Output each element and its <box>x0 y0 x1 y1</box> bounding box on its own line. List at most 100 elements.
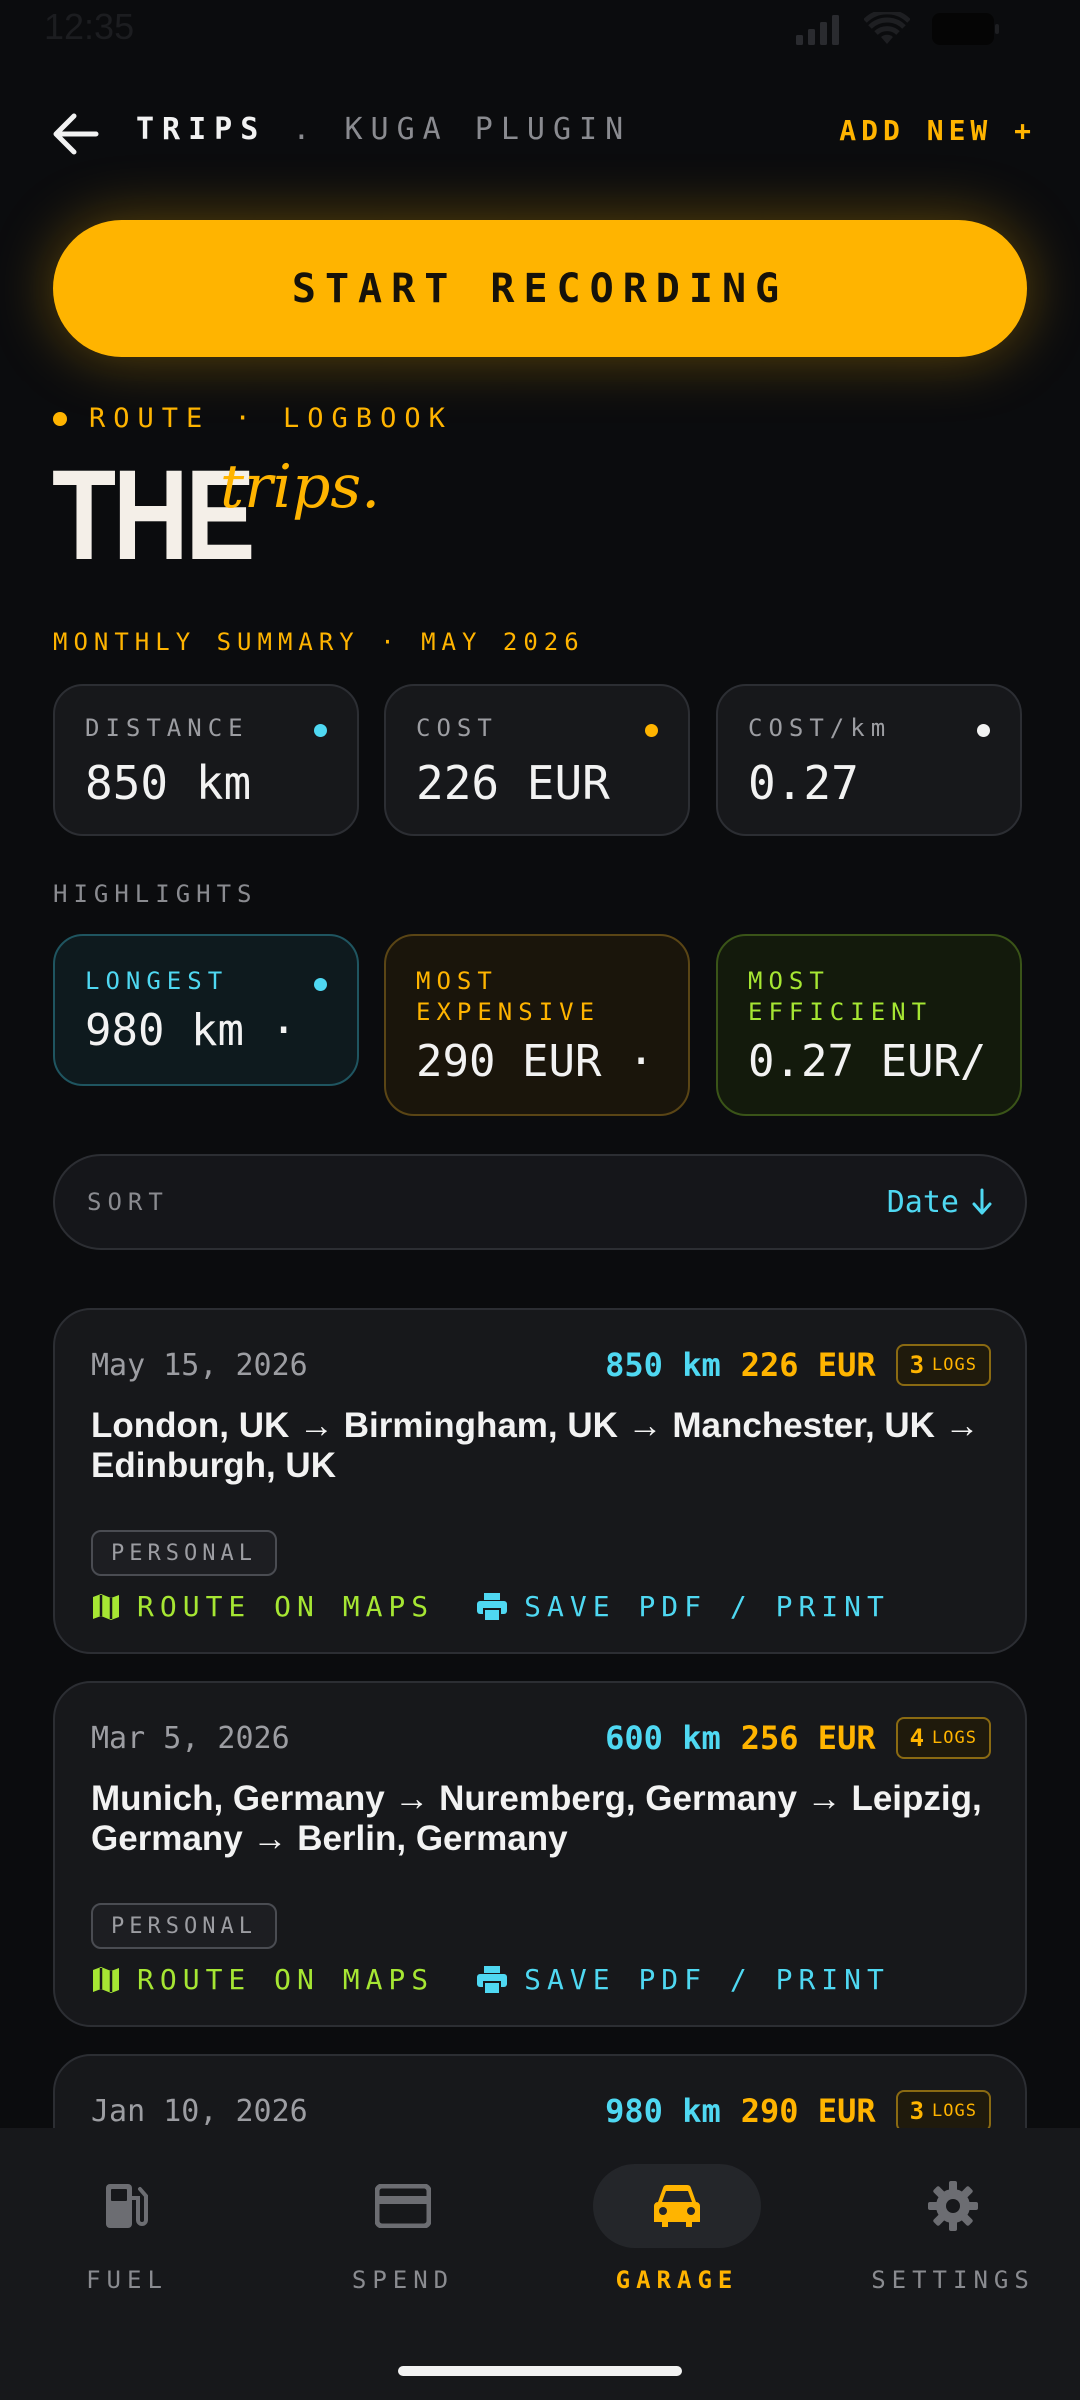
arrow-left-icon <box>53 113 99 155</box>
trip-tag: PERSONAL <box>91 1903 277 1949</box>
page-title-separator: . <box>292 112 319 147</box>
highlight-label: LONGEST <box>85 967 229 995</box>
route-on-maps-label: ROUTE ON MAPS <box>137 1590 435 1623</box>
trip-card[interactable]: Mar 5, 2026 600 km 256 EUR 4 LOGS Munich… <box>53 1681 1027 2027</box>
nav-item-settings[interactable]: SETTINGS <box>838 2164 1068 2294</box>
trip-logs-badge: 4 LOGS <box>895 1717 991 1759</box>
stat-card-cost: COST 226 EUR <box>384 684 690 836</box>
trip-route: Munich, Germany → Nuremberg, Germany → L… <box>91 1779 982 1858</box>
nav-item-spend[interactable]: SPEND <box>288 2164 518 2294</box>
highlight-label-line: MOST <box>416 967 498 995</box>
trip-actions: ROUTE ON MAPS SAVE PDF / PRINT <box>91 1590 890 1623</box>
arrow-down-icon <box>972 1188 992 1215</box>
status-icons <box>796 12 1000 46</box>
highlight-label: MOST EXPENSIVE <box>416 966 658 1028</box>
add-new-button[interactable]: ADD NEW + <box>839 114 1036 147</box>
highlight-label-line: EXPENSIVE <box>416 998 601 1026</box>
hero-script-title: trips. <box>220 452 381 522</box>
sort-label: SORT <box>87 1188 169 1216</box>
highlight-label-line: MOST <box>748 967 830 995</box>
trip-distance: 850 km <box>605 1346 721 1384</box>
battery-icon <box>932 13 999 45</box>
sort-value[interactable]: Date <box>887 1185 993 1220</box>
trip-date: May 15, 2026 <box>91 1348 308 1383</box>
trip-tag: PERSONAL <box>91 1530 277 1576</box>
trip-cost: 290 EUR <box>740 2092 876 2130</box>
map-icon <box>93 1966 119 1993</box>
trip-logs-badge: 3 LOGS <box>895 2090 991 2132</box>
stat-indicator-dot <box>645 724 658 737</box>
highlights-label: HIGHLIGHTS <box>53 880 258 908</box>
printer-icon <box>477 1965 508 1995</box>
trip-distance: 980 km <box>605 2092 721 2130</box>
back-button[interactable] <box>50 108 102 160</box>
trip-actions: ROUTE ON MAPS SAVE PDF / PRINT <box>91 1963 890 1996</box>
stat-card-cost-per-km: COST/km 0.27 <box>716 684 1022 836</box>
highlight-card-most-efficient[interactable]: MOST EFFICIENT 0.27 EUR/ <box>716 934 1022 1116</box>
stat-value: 0.27 <box>748 756 859 810</box>
eyebrow-dot <box>53 411 67 426</box>
page-title-subtitle: KUGA PLUGIN <box>344 112 632 147</box>
route-on-maps-button[interactable]: ROUTE ON MAPS <box>91 1590 434 1623</box>
trip-metrics: 980 km 290 EUR 3 LOGS <box>605 2090 991 2132</box>
stat-value: 226 EUR <box>416 756 610 810</box>
highlight-value: 290 EUR · <box>416 1036 655 1087</box>
highlight-value: 0.27 EUR/ <box>748 1036 987 1087</box>
highlight-label: MOST EFFICIENT <box>748 966 990 1028</box>
nav-icon-container <box>319 2164 487 2248</box>
nav-item-fuel[interactable]: FUEL <box>12 2164 242 2294</box>
trip-date: Jan 10, 2026 <box>91 2094 308 2129</box>
trip-logs-count: 3 <box>909 2097 925 2125</box>
trip-logs-count: 3 <box>909 1351 925 1379</box>
trip-metrics: 850 km 226 EUR 3 LOGS <box>605 1344 991 1386</box>
eyebrow-text: ROUTE · LOGBOOK <box>89 403 453 434</box>
car-icon <box>654 2184 700 2227</box>
trip-distance: 600 km <box>605 1719 721 1757</box>
nav-icon-container <box>43 2164 211 2248</box>
home-indicator[interactable] <box>398 2366 682 2376</box>
highlight-card-most-expensive[interactable]: MOST EXPENSIVE 290 EUR · <box>384 934 690 1116</box>
trip-logs-word: LOGS <box>932 2101 977 2121</box>
stat-card-distance: DISTANCE 850 km <box>53 684 359 836</box>
nav-label: SPEND <box>351 2266 455 2294</box>
route-on-maps-button[interactable]: ROUTE ON MAPS <box>91 1963 434 1996</box>
status-time: 12:35 <box>44 6 135 47</box>
sort-value-text: Date <box>886 1184 959 1220</box>
nav-icon-container-active <box>593 2164 761 2248</box>
nav-icon-container <box>869 2164 1037 2248</box>
trip-cost: 226 EUR <box>740 1346 876 1384</box>
trip-logs-count: 4 <box>909 1724 925 1752</box>
nav-label-active: GARAGE <box>615 2266 739 2294</box>
page-title-main: TRIPS <box>136 112 267 147</box>
save-pdf-button[interactable]: SAVE PDF / PRINT <box>476 1963 890 1996</box>
map-icon <box>93 1593 119 1620</box>
trip-route: London, UK → Birmingham, UK → Manchester… <box>91 1406 980 1485</box>
start-recording-button[interactable]: START RECORDING <box>53 220 1027 357</box>
trip-cost: 256 EUR <box>740 1719 876 1757</box>
save-pdf-button[interactable]: SAVE PDF / PRINT <box>476 1590 890 1623</box>
save-pdf-label: SAVE PDF / PRINT <box>524 1963 890 1996</box>
trip-logs-word: LOGS <box>932 1728 977 1748</box>
fuel-pump-icon <box>106 2184 148 2228</box>
highlight-card-longest[interactable]: LONGEST 980 km · <box>53 934 359 1086</box>
highlight-value: 980 km · <box>85 1005 297 1056</box>
gear-icon <box>928 2181 978 2231</box>
stat-value: 850 km <box>85 756 252 810</box>
credit-card-icon <box>375 2184 431 2228</box>
monthly-summary-label: MONTHLY SUMMARY · MAY 2026 <box>53 628 585 656</box>
highlight-indicator-dot <box>314 978 327 991</box>
save-pdf-label: SAVE PDF / PRINT <box>524 1590 890 1623</box>
stat-label: COST <box>416 714 498 742</box>
stat-indicator-dot <box>977 724 990 737</box>
stat-label: COST/km <box>748 714 892 742</box>
nav-label: SETTINGS <box>871 2266 1035 2294</box>
sort-selector[interactable]: SORT Date <box>53 1154 1027 1250</box>
stat-label: DISTANCE <box>85 714 249 742</box>
trip-card[interactable]: May 15, 2026 850 km 226 EUR 3 LOGS Londo… <box>53 1308 1027 1654</box>
trip-date: Mar 5, 2026 <box>91 1721 290 1756</box>
cellular-signal-icon <box>796 15 839 45</box>
route-on-maps-label: ROUTE ON MAPS <box>137 1963 435 1996</box>
highlight-label-line: EFFICIENT <box>748 998 933 1026</box>
nav-item-garage[interactable]: GARAGE <box>562 2164 792 2294</box>
trip-logs-word: LOGS <box>932 1355 977 1375</box>
